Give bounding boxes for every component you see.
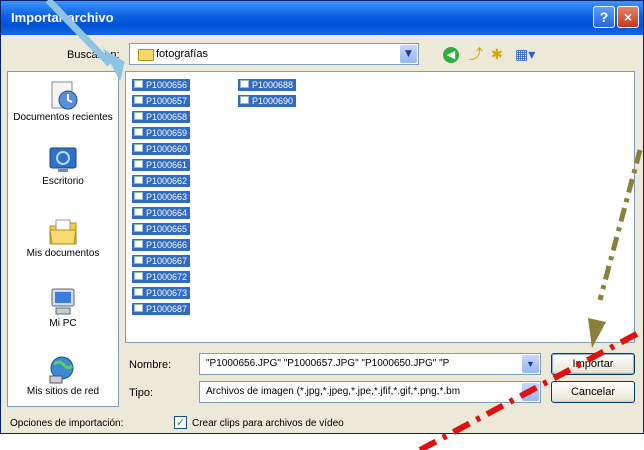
red-dashed-line <box>418 327 644 450</box>
annotation-overlay <box>45 0 644 450</box>
blue-arrow <box>45 0 125 82</box>
olive-dashed-arrow <box>588 149 643 348</box>
